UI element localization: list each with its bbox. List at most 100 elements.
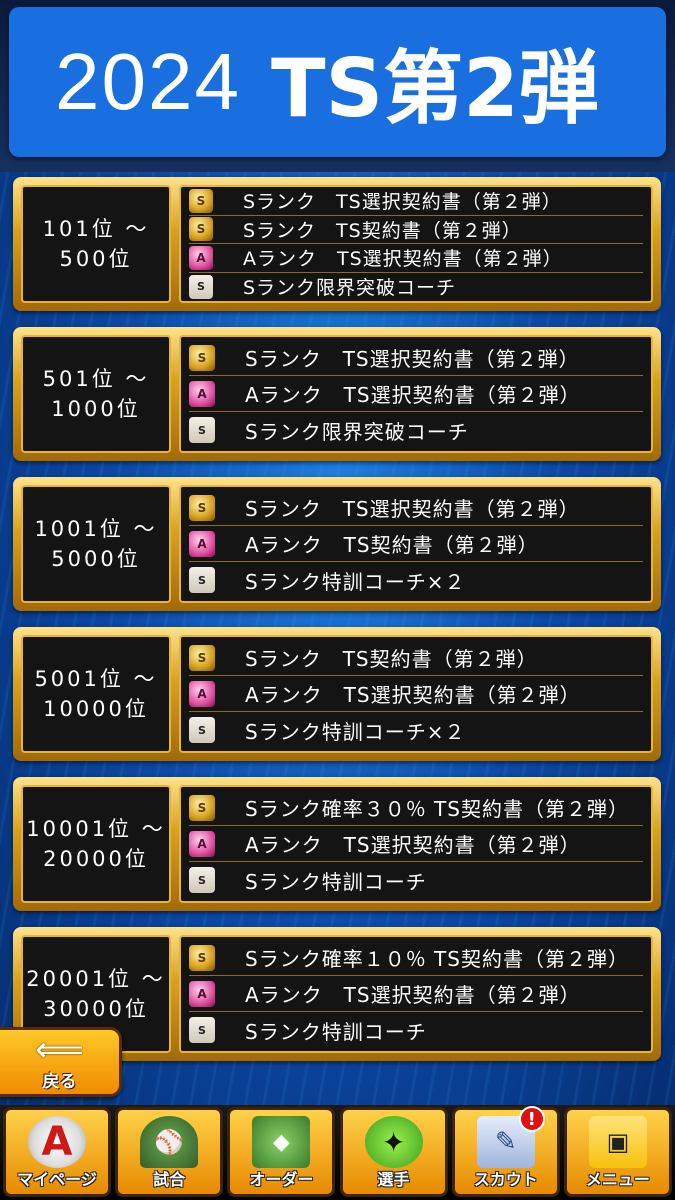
reward-item: S Sランク限界突破コーチ — [189, 273, 643, 301]
nav-label: スカウト — [473, 1170, 538, 1189]
bottom-nav: A マイページ ⚾ 試合 ◆ オーダー ✦ 選手 ✎ スカウト! ▣ メニュー — [0, 1105, 675, 1200]
reward-item: S Sランク確率３０％ TS契約書（第２弾） — [189, 790, 643, 826]
rank-range: 501位 ～ 1000位 — [21, 335, 171, 453]
rank-range: 101位 ～ 500位 — [21, 185, 171, 303]
nav-label: マイページ — [17, 1170, 97, 1189]
reward-name: Sランク限界突破コーチ — [245, 419, 469, 444]
coach-icon: S — [189, 1017, 215, 1043]
rank-range: 10001位 ～ 20000位 — [21, 785, 171, 903]
pink-contract-icon: A — [189, 830, 215, 857]
rank-range-end: 500位 — [59, 247, 133, 271]
stadium-icon: ⚾ — [140, 1116, 199, 1168]
reward-list: S Sランク確率１０％ TS契約書（第２弾） A Aランク TS選択契約書（第２弾） S… — [179, 935, 653, 1053]
nav-menu-button[interactable]: ▣ メニュー — [563, 1107, 672, 1197]
rank-range-start: 10001位 ～ — [26, 817, 166, 841]
reward-name: Aランク TS選択契約書（第２弾） — [245, 983, 581, 1007]
nav-mypage-button[interactable]: A マイページ — [3, 1107, 111, 1197]
coach-icon: S — [189, 717, 215, 743]
reward-item: A Aランク TS契約書（第２弾） — [189, 526, 643, 562]
reward-name: Sランク TS契約書（第２弾） — [245, 647, 538, 671]
reward-item: S Sランク特訓コーチ×２ — [189, 712, 643, 748]
reward-list: S Sランク TS選択契約書（第２弾） S Sランク TS契約書（第２弾） A Aランク … — [179, 185, 653, 303]
reward-name: Sランク TS契約書（第２弾） — [243, 219, 522, 242]
reward-list: S Sランク TS選択契約書（第２弾） A Aランク TS契約書（第２弾） S Sランク特… — [179, 485, 653, 603]
reward-item: A Aランク TS選択契約書（第２弾） — [189, 244, 643, 273]
coach-icon: S — [189, 417, 215, 443]
reward-name: Aランク TS選択契約書（第２弾） — [245, 833, 581, 857]
reward-item: S Sランク特訓コーチ — [189, 1012, 643, 1048]
nav-game-button[interactable]: ⚾ 試合 — [115, 1107, 224, 1197]
reward-tier: 501位 ～ 1000位 S Sランク TS選択契約書（第２弾） A Aランク TS選択契… — [13, 327, 661, 461]
player-icon: ✦ — [364, 1116, 423, 1168]
reward-name: Sランク特訓コーチ — [245, 869, 427, 894]
nav-player-button[interactable]: ✦ 選手 — [339, 1107, 448, 1197]
field-icon: ◆ — [252, 1116, 311, 1168]
reward-tier: 10001位 ～ 20000位 S Sランク確率３０％ TS契約書（第２弾） A Aランク… — [13, 777, 661, 911]
reward-name: Aランク TS選択契約書（第２弾） — [245, 683, 581, 707]
pink-contract-icon: A — [189, 380, 215, 407]
rank-range-end: 1000位 — [51, 397, 141, 421]
reward-name: Sランク限界突破コーチ — [243, 277, 457, 300]
rank-range-start: 1001位 ～ — [34, 517, 158, 541]
menu-icon: ▣ — [588, 1116, 647, 1168]
reward-name: Sランク特訓コーチ×２ — [245, 569, 466, 594]
gold-contract-icon: S — [189, 644, 215, 671]
reward-item: A Aランク TS選択契約書（第２弾） — [189, 826, 643, 862]
back-button[interactable]: ⟸ 戻る — [0, 1027, 122, 1097]
nav-label: 試合 — [153, 1170, 186, 1189]
mypage-icon: A — [28, 1116, 86, 1168]
rank-range-end: 5000位 — [51, 547, 141, 571]
back-button-label: 戻る — [42, 1071, 77, 1092]
pink-contract-icon: A — [189, 245, 213, 270]
gold-contract-icon: S — [189, 217, 213, 242]
rank-range-end: 10000位 — [43, 697, 149, 721]
title-event: TS第2弾 — [270, 42, 599, 135]
reward-list: S Sランク確率３０％ TS契約書（第２弾） A Aランク TS選択契約書（第２弾） S… — [179, 785, 653, 903]
reward-item: S Sランク TS選択契約書（第２弾） — [189, 340, 643, 376]
rank-range: 1001位 ～ 5000位 — [21, 485, 171, 603]
rank-range: 5001位 ～ 10000位 — [21, 635, 171, 753]
title-banner: 2024 TS第2弾 — [9, 7, 666, 157]
title-year: 2024 — [55, 37, 241, 126]
reward-name: Sランク特訓コーチ — [245, 1019, 427, 1044]
reward-name: Aランク TS選択契約書（第２弾） — [243, 248, 563, 271]
reward-item: S Sランク TS選択契約書（第２弾） — [189, 490, 643, 526]
reward-name: Sランク特訓コーチ×２ — [245, 719, 466, 744]
reward-list: S Sランク TS契約書（第２弾） A Aランク TS選択契約書（第２弾） S Sランク特… — [179, 635, 653, 753]
reward-item: S Sランク限界突破コーチ — [189, 412, 643, 448]
nav-order-button[interactable]: ◆ オーダー — [227, 1107, 336, 1197]
notification-badge: ! — [518, 1106, 545, 1132]
reward-list: S Sランク TS選択契約書（第２弾） A Aランク TS選択契約書（第２弾） S Sラン… — [179, 335, 653, 453]
pink-contract-icon: A — [189, 980, 215, 1007]
reward-item: S Sランク TS選択契約書（第２弾） — [189, 187, 643, 216]
reward-tier: 101位 ～ 500位 S Sランク TS選択契約書（第２弾） S Sランク TS契約書（… — [13, 177, 661, 311]
gold-contract-icon: S — [189, 188, 213, 213]
reward-name: Sランク TS選択契約書（第２弾） — [243, 191, 562, 214]
reward-name: Sランク TS選択契約書（第２弾） — [245, 347, 580, 371]
reward-item: S Sランク特訓コーチ×２ — [189, 562, 643, 598]
rank-range-start: 5001位 ～ — [34, 667, 158, 691]
rank-range-start: 101位 ～ — [42, 217, 150, 241]
left-arrow-icon: ⟸ — [35, 1029, 84, 1070]
pink-contract-icon: A — [189, 680, 215, 707]
gold-contract-icon: S — [189, 794, 215, 821]
gold-contract-icon: S — [189, 944, 215, 971]
reward-tier: 5001位 ～ 10000位 S Sランク TS契約書（第２弾） A Aランク TS選択契… — [13, 627, 661, 761]
reward-item: A Aランク TS選択契約書（第２弾） — [189, 976, 643, 1012]
rank-range-end: 20000位 — [43, 847, 149, 871]
reward-item: S Sランク特訓コーチ — [189, 862, 643, 898]
rank-range-end: 30000位 — [43, 997, 149, 1021]
nav-label: メニュー — [585, 1170, 650, 1189]
coach-icon: S — [189, 274, 213, 299]
rank-range-start: 501位 ～ — [42, 367, 150, 391]
gold-contract-icon: S — [189, 344, 215, 371]
reward-item: S Sランク TS契約書（第２弾） — [189, 216, 643, 244]
nav-scout-button[interactable]: ✎ スカウト! — [451, 1106, 560, 1197]
reward-item: A Aランク TS選択契約書（第２弾） — [189, 676, 643, 712]
nav-label: オーダー — [249, 1170, 314, 1189]
reward-name: Sランク確率１０％ TS契約書（第２弾） — [245, 947, 629, 971]
rank-range-start: 20001位 ～ — [26, 967, 166, 991]
coach-icon: S — [189, 567, 215, 593]
reward-item: A Aランク TS選択契約書（第２弾） — [189, 376, 643, 412]
reward-name: Sランク確率３０％ TS契約書（第２弾） — [245, 797, 629, 821]
